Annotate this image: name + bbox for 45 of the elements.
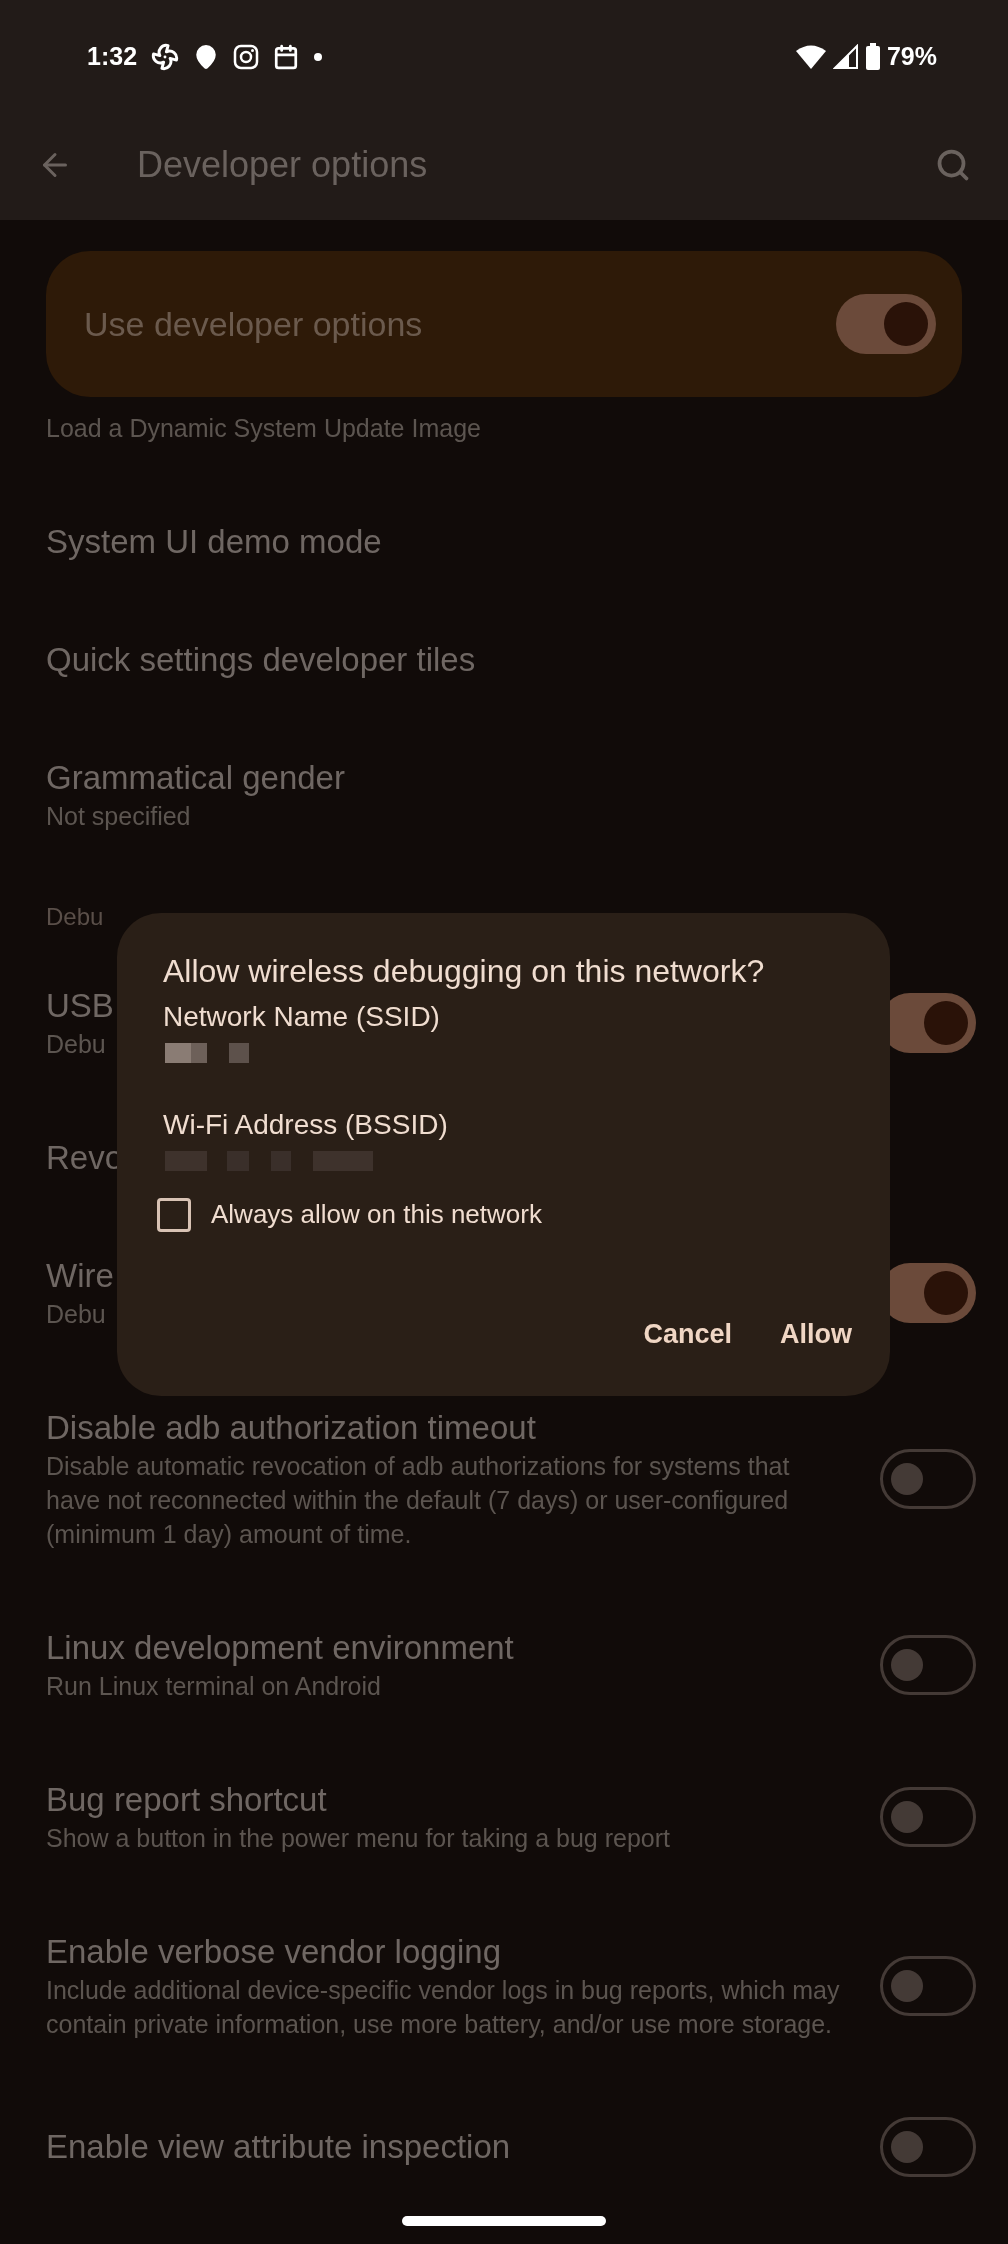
checkbox[interactable] xyxy=(157,1197,191,1232)
toggle-switch[interactable] xyxy=(880,1635,976,1695)
setting-title[interactable]: Wire xyxy=(46,1255,114,1297)
master-switch-label: Use developer options xyxy=(84,303,423,345)
dialog-button[interactable]: Allow xyxy=(768,1304,864,1365)
setting-description: Debu xyxy=(46,1299,106,1330)
setting-title[interactable]: Grammatical gender xyxy=(46,757,345,799)
signal-icon xyxy=(832,44,859,70)
setting-description: Disable automatic revocation of adb authorizations for systems that have not reconnected within the default (7 days) or user-configured (minimum 1 day) amount of time. xyxy=(46,1451,791,1550)
toggle-switch[interactable] xyxy=(880,1449,976,1509)
toggle-switch[interactable] xyxy=(880,1787,976,1847)
setting-description: Debu xyxy=(46,1029,106,1060)
setting-title[interactable]: Bug report shortcut xyxy=(46,1779,327,1821)
field-label: Network Name (SSID) xyxy=(163,1000,440,1034)
wifi-icon xyxy=(794,44,827,70)
setting-title[interactable]: Disable adb authorization timeout xyxy=(46,1407,536,1449)
battery-icon xyxy=(864,43,881,71)
calendar-icon xyxy=(273,44,300,70)
dialog-title: Allow wireless debugging on this network? xyxy=(163,952,765,991)
setting-title[interactable]: System UI demo mode xyxy=(46,521,382,563)
section-header: Debu xyxy=(46,903,104,930)
field-label: Wi-Fi Address (BSSID) xyxy=(163,1108,448,1142)
camera-icon xyxy=(233,44,260,70)
page-title: Developer options xyxy=(137,143,429,187)
setting-title[interactable]: Linux development environment xyxy=(46,1627,514,1669)
battery-percentage: 79% xyxy=(886,41,937,73)
dot-icon xyxy=(313,52,324,62)
setting-title[interactable]: USB xyxy=(46,985,114,1027)
setting-description: Show a button in the power menu for taking a bug report xyxy=(46,1823,670,1854)
setting-description: Load a Dynamic System Update Image xyxy=(46,413,481,444)
master-switch-card[interactable]: Use developer options xyxy=(46,251,962,397)
search-icon[interactable] xyxy=(935,147,971,183)
setting-description: Not specified xyxy=(46,801,191,832)
toggle-switch[interactable] xyxy=(836,294,936,354)
setting-title[interactable]: Quick settings developer tiles xyxy=(46,639,476,681)
checkbox-label: Always allow on this network xyxy=(211,1198,542,1231)
clock: 1:32 xyxy=(87,41,138,73)
setting-title[interactable]: Enable view attribute inspection xyxy=(46,2126,511,2168)
fan-icon xyxy=(151,43,180,71)
setting-description: Include additional device-specific vendor logs in bug reports, which may contain private information, use more battery, and/or use more storage. xyxy=(46,1975,841,2040)
dialog-button[interactable]: Cancel xyxy=(631,1304,744,1365)
toggle-switch[interactable] xyxy=(880,2117,976,2177)
setting-description: Run Linux terminal on Android xyxy=(46,1671,381,1702)
toggle-switch[interactable] xyxy=(880,1956,976,2016)
setting-title[interactable]: Enable verbose vendor logging xyxy=(46,1931,501,1973)
